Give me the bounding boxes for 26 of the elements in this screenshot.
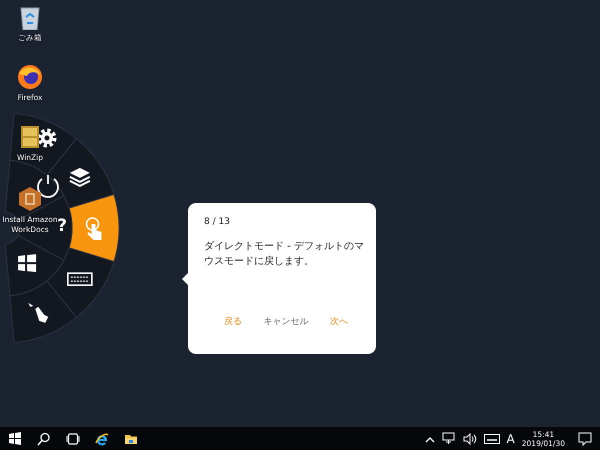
help-glyph: ? xyxy=(57,216,67,236)
chevron-up-icon[interactable] xyxy=(424,434,435,442)
gear-icon xyxy=(38,128,56,148)
keyboard-icon xyxy=(67,272,93,286)
power-icon xyxy=(37,175,59,198)
dialog-button[interactable]: キャンセル xyxy=(262,313,310,330)
layers-icon xyxy=(68,168,91,187)
keyboard-icon[interactable] xyxy=(484,434,500,444)
network-icon[interactable] xyxy=(442,432,456,445)
dialog-message: ダイレクトモード - デフォルトのマウスモードに戻します。 xyxy=(204,240,364,269)
browser-e-icon[interactable] xyxy=(94,432,108,446)
notification-icon[interactable] xyxy=(578,432,592,446)
hexagon-icon[interactable] xyxy=(17,186,43,212)
step-counter: 8 / 13 xyxy=(204,217,231,227)
search-icon[interactable] xyxy=(36,432,50,446)
hand-pointer-icon xyxy=(28,302,48,323)
menu-segment[interactable] xyxy=(9,280,77,344)
menu-segment[interactable] xyxy=(68,194,120,262)
speaker-icon[interactable] xyxy=(462,432,477,444)
start-icon[interactable] xyxy=(8,432,22,446)
menu-segment[interactable] xyxy=(4,235,64,296)
menu-segment[interactable] xyxy=(46,247,114,318)
touch-icon xyxy=(86,217,102,240)
windows-logo-icon xyxy=(18,254,36,272)
task-view-icon[interactable] xyxy=(66,432,80,446)
input-mode-indicator[interactable]: A xyxy=(506,432,515,446)
